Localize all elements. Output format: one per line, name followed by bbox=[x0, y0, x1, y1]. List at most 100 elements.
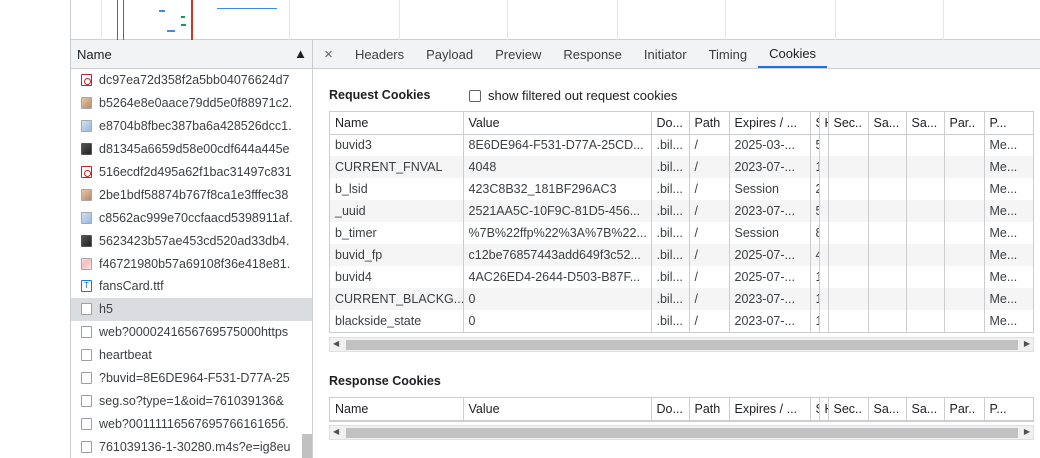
cookie-cell: / bbox=[689, 222, 730, 244]
tab-payload[interactable]: Payload bbox=[415, 40, 484, 68]
column-header[interactable]: H bbox=[819, 398, 829, 421]
request-row[interactable]: heartbeat bbox=[71, 344, 312, 367]
sort-ascending-icon[interactable]: ▲ bbox=[294, 46, 307, 61]
cookie-cell bbox=[906, 244, 945, 266]
cookie-cell: .bil... bbox=[651, 200, 690, 222]
column-header[interactable]: Sec.. bbox=[828, 112, 869, 135]
column-header[interactable]: Name bbox=[330, 112, 464, 135]
cookie-row[interactable]: buvid3 8E6DE964-F531-D77A-25CD... .bil... /… bbox=[330, 134, 1033, 156]
request-row[interactable]: TfansCard.ttf bbox=[71, 275, 312, 298]
cookie-cell: Me... bbox=[984, 288, 1033, 310]
cookie-cell: 4. bbox=[810, 244, 820, 266]
column-header[interactable]: Sa... bbox=[906, 398, 945, 421]
column-header[interactable]: Par.. bbox=[944, 112, 985, 135]
document-icon bbox=[81, 440, 92, 453]
request-row[interactable]: web?0000241656769575000https bbox=[71, 321, 312, 344]
column-header[interactable]: Name bbox=[330, 398, 464, 421]
column-header[interactable]: Sa... bbox=[868, 112, 907, 135]
scroll-left-icon[interactable]: ◀ bbox=[333, 339, 339, 348]
cookie-cell bbox=[906, 178, 945, 200]
cookie-cell: 8. bbox=[810, 222, 820, 244]
cookie-row[interactable]: buvid_fp c12be76857443add649f3c52... .bil.… bbox=[330, 244, 1033, 266]
cookie-cell: .bil... bbox=[651, 222, 690, 244]
cookie-cell: Me... bbox=[984, 178, 1033, 200]
request-row[interactable]: seg.so?type=1&oid=761039136& bbox=[71, 389, 312, 412]
name-column-header[interactable]: Name ▲ bbox=[71, 40, 312, 69]
request-row[interactable]: ?buvid=8E6DE964-F531-D77A-25 bbox=[71, 367, 312, 390]
cookie-row[interactable]: blackside_state0.bil.../2023-07-...1. Me.… bbox=[330, 310, 1033, 332]
cookie-cell bbox=[828, 156, 869, 178]
request-row[interactable]: c8562ac999e70ccfaacd5398911af. bbox=[71, 206, 312, 229]
scrollbar-thumb[interactable] bbox=[346, 428, 1018, 438]
column-header[interactable]: Value bbox=[463, 398, 652, 421]
tab-initiator[interactable]: Initiator bbox=[633, 40, 698, 68]
column-header[interactable]: Expires / ... bbox=[729, 112, 811, 135]
scroll-left-icon[interactable]: ◀ bbox=[333, 427, 339, 436]
request-row[interactable]: dc97ea72d358f2a5bb04076624d7 bbox=[71, 69, 312, 92]
checkbox-box[interactable] bbox=[469, 89, 481, 102]
cookie-cell: Me... bbox=[984, 310, 1033, 332]
cookie-cell: 2025-07-... bbox=[729, 244, 811, 266]
request-name: web?0011111656769576616165б. bbox=[99, 416, 289, 431]
request-row[interactable]: 2be1bdf58874b767f8ca1e3fffec38 bbox=[71, 183, 312, 206]
column-header[interactable]: Path bbox=[689, 112, 730, 135]
cookie-cell: 1. bbox=[810, 156, 820, 178]
document-icon bbox=[81, 303, 92, 316]
cookie-row[interactable]: _uuid 2521AA5C-10F9C-81D5-456... .bil.../2… bbox=[330, 200, 1033, 222]
scroll-right-icon[interactable]: ▶ bbox=[1024, 339, 1030, 348]
column-header[interactable]: Expires / ... bbox=[729, 398, 811, 421]
column-header[interactable]: H bbox=[819, 112, 829, 135]
column-header[interactable]: S bbox=[810, 398, 820, 421]
request-name: fansCard.ttf bbox=[99, 279, 164, 294]
tab-timing[interactable]: Timing bbox=[698, 40, 759, 68]
column-header[interactable]: Do... bbox=[651, 398, 690, 421]
tab-response[interactable]: Response bbox=[552, 40, 633, 68]
request-row[interactable]: h5 bbox=[71, 297, 312, 321]
tab-cookies[interactable]: Cookies bbox=[758, 40, 828, 68]
column-header[interactable]: P... bbox=[984, 112, 1033, 135]
request-list-scrollbar[interactable] bbox=[302, 434, 312, 458]
cookie-cell: / bbox=[689, 244, 730, 266]
request-row[interactable]: 761039136-1-30280.m4s?e=ig8eu bbox=[71, 435, 312, 458]
cookie-cell bbox=[868, 222, 907, 244]
tab-headers[interactable]: Headers bbox=[344, 40, 415, 68]
cookie-cell: _uuid bbox=[330, 200, 464, 222]
cookie-cell: Me... bbox=[984, 156, 1033, 178]
column-header[interactable]: S bbox=[810, 112, 820, 135]
request-row[interactable]: 5623423b57ae453cd520ad33db4. bbox=[71, 229, 312, 252]
cookie-row[interactable]: b_lsid 423C8B32_181BF296AC3 .bil... / Sessio… bbox=[330, 178, 1033, 200]
request-name: seg.so?type=1&oid=761039136& bbox=[99, 393, 284, 408]
close-detail-button[interactable]: × bbox=[313, 40, 344, 68]
cookie-cell bbox=[828, 244, 869, 266]
cookie-row[interactable]: b_timer %7B%22ffp%22%3A%7B%22... .bil... / S… bbox=[330, 222, 1033, 244]
request-row[interactable]: web?0011111656769576616165б. bbox=[71, 412, 312, 435]
scrollbar-thumb[interactable] bbox=[346, 340, 1018, 350]
cookie-row[interactable]: buvid4 4AC26ED4-2644-D503-B87F... .bil... /… bbox=[330, 266, 1033, 288]
request-row[interactable]: 516ecdf2d495a62f1bac31497c831 bbox=[71, 161, 312, 184]
column-header[interactable]: Value bbox=[463, 112, 652, 135]
show-filtered-cookies-checkbox[interactable]: show filtered out request cookies bbox=[469, 88, 677, 103]
column-header[interactable]: Par.. bbox=[944, 398, 985, 421]
image-icon bbox=[81, 143, 92, 156]
column-header[interactable]: Sec.. bbox=[828, 398, 869, 421]
request-row[interactable]: d81345a6659d58e00cdf644a445e bbox=[71, 138, 312, 161]
column-header[interactable]: Path bbox=[689, 398, 730, 421]
column-header[interactable]: Sa... bbox=[906, 112, 945, 135]
cookie-cell bbox=[906, 288, 945, 310]
request-cookies-hscrollbar[interactable]: ◀ ▶ bbox=[329, 337, 1034, 352]
cookie-cell: Me... bbox=[984, 266, 1033, 288]
network-overview-timeline[interactable] bbox=[70, 0, 1040, 40]
scroll-right-icon[interactable]: ▶ bbox=[1024, 427, 1030, 436]
tab-preview[interactable]: Preview bbox=[484, 40, 552, 68]
cookie-cell bbox=[819, 178, 829, 200]
cookie-row[interactable]: CURRENT_FNVAL4048.bil.../2023-07-...1. Me… bbox=[330, 156, 1033, 178]
column-header[interactable]: P... bbox=[984, 398, 1033, 421]
response-cookies-hscrollbar[interactable]: ◀ ▶ bbox=[329, 425, 1034, 440]
cookie-row[interactable]: CURRENT_BLACKG...0.bil.../2023-07-...1. M… bbox=[330, 288, 1033, 310]
column-header[interactable]: Sa... bbox=[868, 398, 907, 421]
column-header[interactable]: Do... bbox=[651, 112, 690, 135]
request-row[interactable]: b5264e8e0aace79dd5e0f88971c2. bbox=[71, 92, 312, 115]
show-filtered-cookies-label: show filtered out request cookies bbox=[488, 88, 678, 103]
request-row[interactable]: e8704b8fbec387ba6a428526dcc1. bbox=[71, 115, 312, 138]
request-row[interactable]: f46721980b57a69108f36e418e81. bbox=[71, 252, 312, 275]
